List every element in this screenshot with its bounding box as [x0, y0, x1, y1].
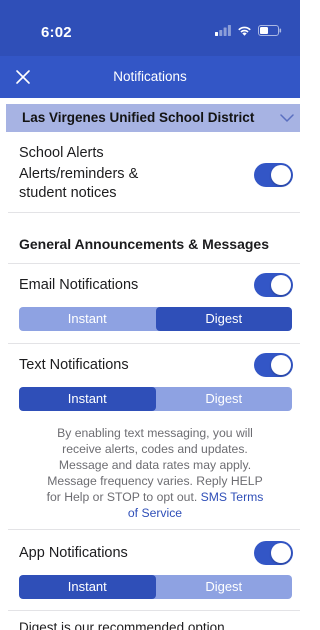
toggle-knob [271, 275, 291, 295]
toggle-knob [271, 543, 291, 563]
status-bar: 6:02 [0, 0, 300, 56]
text-frequency-selector: Instant Digest [19, 387, 292, 411]
app-instant-option[interactable]: Instant [19, 575, 156, 599]
toggle-knob [271, 165, 291, 185]
app-frequency-selector: Instant Digest [19, 575, 292, 599]
email-notifications-toggle[interactable] [254, 273, 293, 297]
digest-recommendation-text: Digest is our recommended option [19, 620, 225, 630]
disclaimer-line: of Service [28, 505, 282, 521]
school-alerts-description-line2: student notices [19, 185, 117, 201]
divider [8, 263, 300, 264]
divider [8, 343, 300, 344]
divider [8, 529, 300, 530]
school-alerts-title: School Alerts [19, 145, 104, 161]
district-selector[interactable]: Las Virgenes Unified School District [6, 104, 300, 132]
wifi-icon [237, 23, 252, 41]
cellular-signal-icon [215, 23, 231, 41]
email-notifications-label: Email Notifications [19, 277, 139, 293]
app-digest-option[interactable]: Digest [156, 575, 293, 599]
disclaimer-line: for Help or STOP to opt out. SMS Terms [28, 489, 282, 505]
divider [8, 610, 300, 611]
toggle-knob [271, 355, 291, 375]
disclaimer-line: Message frequency varies. Reply HELP [47, 474, 263, 488]
status-icons [215, 23, 282, 41]
text-notifications-label: Text Notifications [19, 357, 129, 373]
disclaimer-line-text: for Help or STOP to opt out. [46, 490, 198, 504]
battery-icon [258, 23, 282, 41]
divider [8, 212, 300, 213]
school-alerts-description-line1: Alerts/reminders & [19, 166, 139, 182]
app-notifications-label: App Notifications [19, 545, 128, 561]
text-instant-option[interactable]: Instant [19, 387, 156, 411]
school-alerts-toggle[interactable] [254, 163, 293, 187]
disclaimer-line: receive alerts, codes and updates. [62, 442, 248, 456]
text-notifications-toggle[interactable] [254, 353, 293, 377]
email-instant-option[interactable]: Instant [19, 307, 156, 331]
district-name: Las Virgenes Unified School District [22, 110, 255, 125]
text-digest-option[interactable]: Digest [156, 387, 293, 411]
disclaimer-line: By enabling text messaging, you will [57, 426, 253, 440]
email-frequency-selector: Instant Digest [19, 307, 292, 331]
email-digest-option[interactable]: Digest [155, 307, 292, 331]
sms-terms-link-continued[interactable]: of Service [128, 506, 182, 520]
status-time: 6:02 [41, 24, 72, 41]
disclaimer-line: Message and data rates may apply. [58, 458, 252, 472]
sms-terms-link[interactable]: SMS Terms [201, 490, 264, 504]
nav-bar: Notifications [0, 56, 300, 98]
app-notifications-toggle[interactable] [254, 541, 293, 565]
page-title: Notifications [113, 69, 187, 84]
general-announcements-heading: General Announcements & Messages [19, 236, 270, 252]
chevron-down-icon [280, 114, 294, 122]
sms-disclaimer: By enabling text messaging, you will rec… [28, 425, 282, 521]
